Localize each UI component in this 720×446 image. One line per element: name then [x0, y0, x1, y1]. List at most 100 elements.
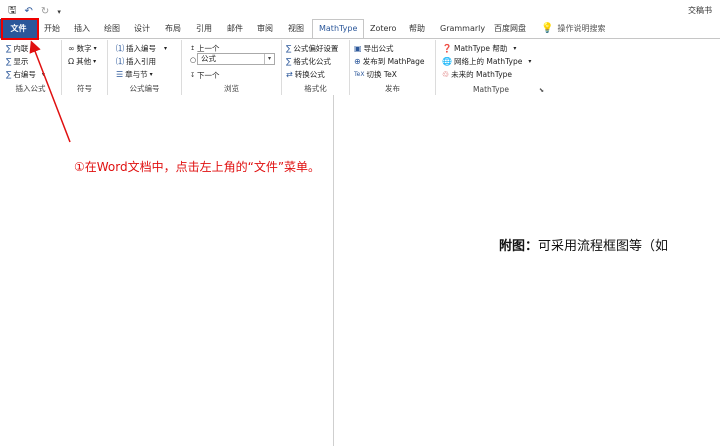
- figure-text: 可采用流程框图等（如: [538, 239, 669, 254]
- tab-design[interactable]: 设计: [134, 19, 150, 39]
- mathpage-label: 发布到 MathPage: [362, 57, 425, 66]
- ribbon-tabs: 文件 开始 插入 绘图 设计 布局 引用 邮件 审阅 视图 MathType Z…: [0, 19, 720, 39]
- insert-reference-button[interactable]: ⑴ 插入引用: [116, 56, 156, 67]
- next-label: 下一个: [197, 71, 220, 80]
- help-icon: ❓: [442, 44, 452, 53]
- sigma-settings-icon: ∑: [286, 44, 292, 53]
- sigma-icon: ∑: [6, 57, 12, 66]
- tab-mathtype[interactable]: MathType: [312, 19, 365, 39]
- preferences-label: 公式偏好设置: [293, 44, 339, 53]
- chapter-section-label: 章与节: [125, 70, 148, 79]
- equation-preferences-button[interactable]: ∑ 公式偏好设置: [286, 43, 338, 54]
- group-label: MathType: [473, 85, 509, 94]
- tab-help[interactable]: 帮助: [409, 19, 425, 39]
- group-label: 格式化: [304, 84, 327, 93]
- export-label: 导出公式: [363, 44, 394, 53]
- radio-icon[interactable]: ○: [190, 56, 196, 64]
- page-divider: [333, 95, 334, 446]
- format-equations-button[interactable]: ∑ 格式化公式: [286, 56, 331, 67]
- toggle-tex-label: 切换 TeX: [366, 70, 397, 79]
- chevron-down-icon: ▾: [41, 71, 45, 78]
- redo-icon[interactable]: ↻: [41, 6, 49, 17]
- browse-type-value: 公式: [201, 54, 216, 63]
- publish-mathpage-button[interactable]: ⊕ 发布到 MathPage: [354, 56, 425, 67]
- tab-draw[interactable]: 绘图: [104, 19, 120, 39]
- group-label: 发布: [385, 84, 400, 93]
- arrow-up-icon: ↥: [190, 45, 196, 52]
- group-numbering: ⑴ 插入编号 ▾ ⑴ 插入引用 ☰ 章与节 ▾ 公式编号: [108, 40, 182, 95]
- numbers-label: 数字: [76, 44, 92, 53]
- display-equation-button[interactable]: ∑ 显示: [6, 56, 28, 67]
- chevron-down-icon: ▾: [528, 58, 532, 65]
- tab-home[interactable]: 开始: [44, 19, 60, 39]
- infinity-icon: ∞: [68, 44, 75, 53]
- tab-zotero[interactable]: Zotero: [370, 19, 396, 39]
- next-button[interactable]: ↧ 下一个: [190, 70, 220, 81]
- tell-me-search[interactable]: 💡 操作说明搜索: [541, 19, 605, 39]
- tex-icon: TeX: [354, 71, 365, 78]
- group-label: 公式编号: [129, 84, 160, 93]
- convert-label: 转换公式: [294, 70, 325, 79]
- export-icon: ▣: [354, 44, 362, 53]
- export-equations-button[interactable]: ▣ 导出公式: [354, 43, 394, 54]
- highlight-box: [1, 18, 39, 40]
- tell-me-label: 操作说明搜索: [557, 24, 606, 33]
- group-insert-equation: ∑ 内联 ∑ 显示 ∑ 右编号 ▾ 插入公式: [0, 40, 62, 95]
- numbers-button[interactable]: ∞ 数字 ▾: [68, 43, 97, 54]
- browse-type-select[interactable]: 公式 ▾: [197, 53, 275, 65]
- tab-baidu-netdisk[interactable]: 百度网盘: [494, 19, 526, 39]
- chapter-section-button[interactable]: ☰ 章与节 ▾: [116, 69, 153, 80]
- mathtype-help-button[interactable]: ❓ MathType 帮助 ▾: [442, 43, 516, 54]
- insert-number-label: 插入编号: [126, 44, 156, 53]
- insert-reference-label: 插入引用: [126, 57, 156, 66]
- sigma-icon: ∑: [6, 44, 12, 53]
- number-icon: ⑴: [116, 44, 124, 53]
- convert-equations-button[interactable]: ⇄ 转换公式: [286, 69, 325, 80]
- tab-mailings[interactable]: 邮件: [227, 19, 243, 39]
- tab-review[interactable]: 审阅: [257, 19, 273, 39]
- tab-view[interactable]: 视图: [288, 19, 304, 39]
- tab-layout[interactable]: 布局: [165, 19, 181, 39]
- sigma-format-icon: ∑: [286, 57, 292, 66]
- future-mathtype-button[interactable]: ♲ 未来的 MathType: [442, 69, 512, 80]
- group-label: 插入公式: [15, 84, 46, 93]
- chevron-down-icon: ▾: [93, 58, 97, 65]
- chevron-down-icon: ▾: [149, 71, 153, 78]
- document-area: ①在Word文档中，点击左上角的“文件”菜单。 附图：可采用流程框图等（如: [0, 95, 720, 446]
- mathtype-online-button[interactable]: 🌐 网络上的 MathType ▾: [442, 56, 531, 67]
- web-icon: 🌐: [442, 57, 452, 66]
- inline-equation-button[interactable]: ∑ 内联: [6, 43, 28, 54]
- lightbulb-icon: 💡: [541, 23, 554, 34]
- tab-insert[interactable]: 插入: [74, 19, 90, 39]
- tab-grammarly[interactable]: Grammarly: [440, 19, 485, 39]
- group-mathtype: ❓ MathType 帮助 ▾ 🌐 网络上的 MathType ▾ ♲ 未来的 MathT…: [436, 40, 546, 95]
- group-label: 符号: [77, 84, 92, 93]
- document-title: 交稿书: [688, 6, 712, 15]
- annotation-text: ①在Word文档中，点击左上角的“文件”菜单。: [74, 160, 321, 174]
- group-label: 浏览: [224, 84, 239, 93]
- insert-number-button[interactable]: ⑴ 插入编号 ▾: [116, 43, 167, 54]
- customize-qat-icon[interactable]: ▾: [57, 8, 61, 16]
- future-label: 未来的 MathType: [451, 70, 513, 79]
- sigma-icon: ∑: [6, 70, 12, 79]
- list-icon: ☰: [116, 70, 124, 79]
- format-label: 格式化公式: [293, 57, 331, 66]
- dialog-launcher-icon[interactable]: ⬊: [539, 87, 544, 94]
- tab-references[interactable]: 引用: [196, 19, 212, 39]
- figure-label: 附图：: [499, 239, 539, 254]
- undo-icon[interactable]: ↶: [25, 6, 33, 17]
- toggle-tex-button[interactable]: TeX 切换 TeX: [354, 69, 397, 80]
- globe-icon: ⊕: [354, 57, 361, 66]
- display-label: 显示: [13, 57, 29, 66]
- help-label: MathType 帮助: [453, 44, 508, 53]
- chevron-down-icon[interactable]: ▾: [264, 54, 274, 64]
- group-format: ∑ 公式偏好设置 ∑ 格式化公式 ⇄ 转换公式 格式化: [282, 40, 350, 95]
- right-numbered-button[interactable]: ∑ 右编号 ▾: [6, 69, 45, 80]
- group-publish: ▣ 导出公式 ⊕ 发布到 MathPage TeX 切换 TeX 发布: [350, 40, 436, 95]
- ribbon: ∑ 内联 ∑ 显示 ∑ 右编号 ▾ 插入公式 ∞ 数字 ▾ Ω 其他 ▾ 符号 ⑴ 插入编号 ▾ ⑴…: [0, 38, 720, 96]
- omega-icon: Ω: [68, 57, 75, 66]
- other-button[interactable]: Ω 其他 ▾: [68, 56, 96, 67]
- arrow-down-icon: ↧: [190, 72, 196, 79]
- convert-icon: ⇄: [286, 70, 293, 79]
- group-symbols: ∞ 数字 ▾ Ω 其他 ▾ 符号: [62, 40, 108, 95]
